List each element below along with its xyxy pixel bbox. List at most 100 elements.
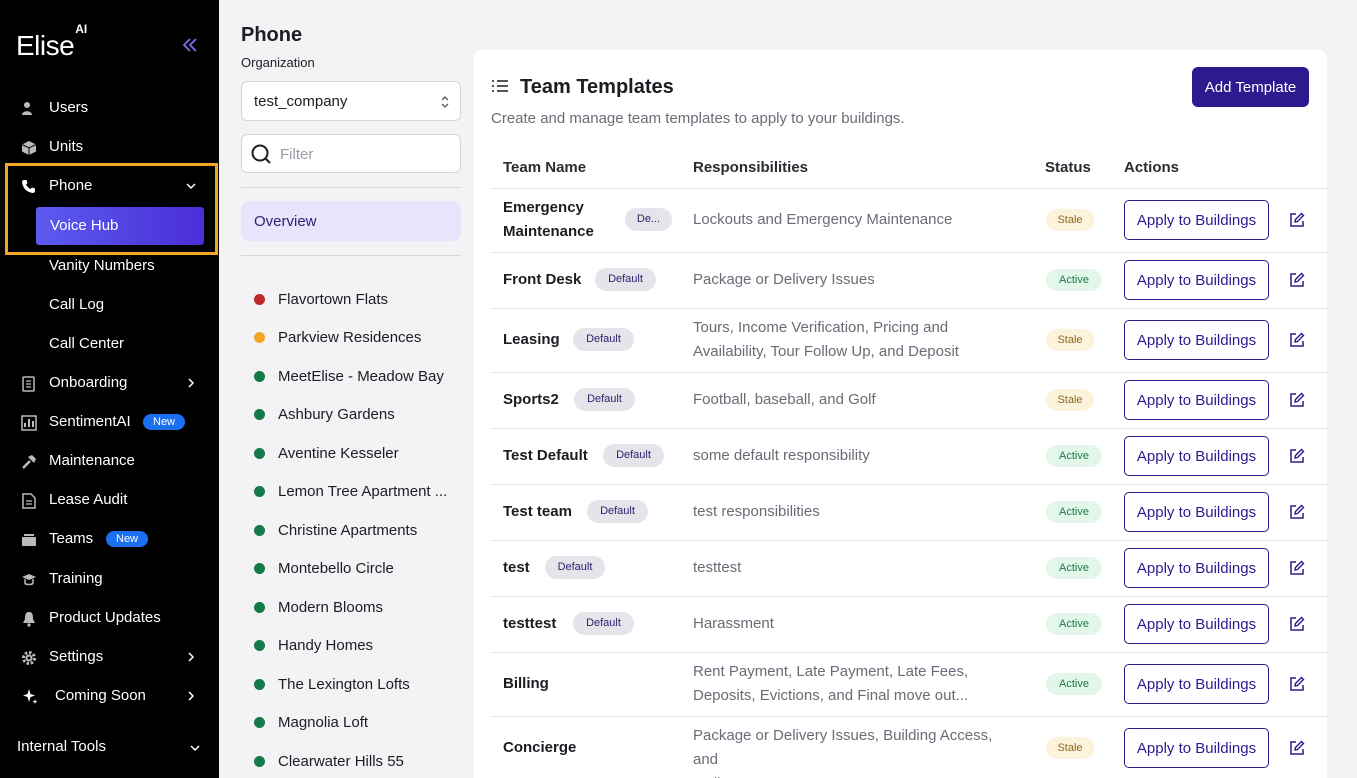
sidebar-item-label: Maintenance — [49, 452, 135, 469]
elise-logo[interactable]: EliseAI — [16, 22, 87, 62]
apply-to-buildings-button[interactable]: Apply to Buildings — [1124, 664, 1269, 704]
default-badge: De... — [625, 208, 672, 231]
apply-to-buildings-button[interactable]: Apply to Buildings — [1124, 548, 1269, 588]
apply-to-buildings-button[interactable]: Apply to Buildings — [1124, 260, 1269, 300]
building-item[interactable]: Modern Blooms — [254, 598, 464, 618]
apply-to-buildings-button[interactable]: Apply to Buildings — [1124, 492, 1269, 532]
edit-icon[interactable] — [1289, 560, 1305, 576]
add-template-button[interactable]: Add Template — [1192, 67, 1309, 107]
edit-icon[interactable] — [1289, 676, 1305, 692]
building-item[interactable]: Aventine Kesseler — [254, 444, 464, 464]
sidebar-item-units[interactable]: Units — [0, 128, 219, 166]
sidebar-item-settings[interactable]: Settings — [0, 638, 219, 676]
sidebar-item-label: SentimentAI — [49, 413, 131, 430]
sidebar-item-maintenance[interactable]: Maintenance — [0, 442, 219, 480]
building-item[interactable]: Montebello Circle — [254, 559, 464, 579]
edit-icon[interactable] — [1289, 272, 1305, 288]
responsibilities: test responsibilities — [693, 500, 1013, 524]
status-badge: Active — [1046, 445, 1102, 467]
status-badge: Active — [1046, 673, 1102, 695]
building-item[interactable]: The Lexington Lofts — [254, 675, 464, 695]
status-badge: Active — [1046, 557, 1102, 579]
responsibilities-line: Deposits, Evictions, and Final move out.… — [693, 687, 969, 704]
edit-icon[interactable] — [1289, 392, 1305, 408]
default-badge: Default — [574, 388, 635, 411]
sidebar-item-coming-soon[interactable]: Coming Soon — [0, 677, 219, 715]
sidebar-item-label: Users — [49, 99, 89, 116]
default-badge: Default — [545, 556, 605, 579]
apply-to-buildings-button[interactable]: Apply to Buildings — [1124, 320, 1269, 360]
building-item[interactable]: Clearwater Hills 55 — [254, 752, 464, 772]
building-item[interactable]: MeetElise - Meadow Bay — [254, 367, 464, 387]
building-item[interactable]: Flavortown Flats — [254, 290, 464, 310]
building-item[interactable]: Magnolia Loft — [254, 713, 464, 733]
building-name: Montebello Circle — [278, 560, 394, 577]
edit-icon[interactable] — [1289, 616, 1305, 632]
row-divider — [491, 188, 1327, 189]
building-item[interactable]: Ashbury Gardens — [254, 405, 464, 425]
sidebar-item-onboarding[interactable]: Onboarding — [0, 364, 219, 402]
sidebar-item-users[interactable]: Users — [0, 89, 219, 127]
sidebar-item-lease-audit[interactable]: Lease Audit — [0, 481, 219, 519]
bell-icon — [20, 610, 37, 627]
apply-to-buildings-button[interactable]: Apply to Buildings — [1124, 436, 1269, 476]
filter-input[interactable] — [280, 143, 450, 165]
training-icon — [20, 571, 37, 588]
apply-to-buildings-button[interactable]: Apply to Buildings — [1124, 604, 1269, 644]
responsibilities-line: Football, baseball, and Golf — [693, 391, 876, 408]
edit-icon[interactable] — [1289, 212, 1305, 228]
sidebar-item-sentimentai[interactable]: SentimentAI New — [0, 403, 219, 441]
sidebar-subitem-voice-hub[interactable]: Voice Hub — [36, 207, 204, 245]
sidebar-item-internal-tools[interactable]: Internal Tools — [17, 738, 106, 755]
filter-field[interactable] — [241, 134, 461, 173]
building-item[interactable]: Handy Homes — [254, 636, 464, 656]
team-name-line: test — [503, 559, 530, 576]
building-item[interactable]: Christine Apartments — [254, 521, 464, 541]
sidebar: EliseAI Users Units Phone Voice Hub Vani… — [0, 0, 219, 778]
chevron-down-icon[interactable] — [189, 742, 201, 754]
organization-select[interactable]: test_company — [241, 81, 461, 121]
edit-icon[interactable] — [1289, 332, 1305, 348]
team-name: Test team — [503, 500, 572, 524]
collapse-sidebar-icon[interactable] — [181, 36, 199, 54]
status-dot — [254, 486, 265, 497]
building-item[interactable]: Lemon Tree Apartment ... — [254, 482, 464, 502]
apply-to-buildings-button[interactable]: Apply to Buildings — [1124, 380, 1269, 420]
apply-to-buildings-button[interactable]: Apply to Buildings — [1124, 200, 1269, 240]
edit-icon[interactable] — [1289, 740, 1305, 756]
status-badge: Active — [1046, 269, 1102, 291]
status-dot — [254, 640, 265, 651]
cube-icon — [20, 139, 37, 156]
building-name: The Lexington Lofts — [278, 676, 410, 693]
status-dot — [254, 409, 265, 420]
overview-item[interactable]: Overview — [241, 201, 461, 241]
search-icon — [251, 144, 271, 164]
building-name: Christine Apartments — [278, 522, 418, 539]
status-dot — [254, 371, 265, 382]
building-name: Flavortown Flats — [278, 291, 389, 308]
status-dot — [254, 717, 265, 728]
edit-icon[interactable] — [1289, 504, 1305, 520]
responsibilities: Package or Delivery Issues, Building Acc… — [693, 724, 1013, 778]
sidebar-item-training[interactable]: Training — [0, 560, 219, 598]
building-item[interactable]: Parkview Residences — [254, 328, 464, 348]
team-name-line: Billing — [503, 675, 549, 692]
sidebar-item-teams[interactable]: Teams New — [0, 520, 219, 558]
sidebar-item-product-updates[interactable]: Product Updates — [0, 599, 219, 637]
chevron-right-icon — [188, 378, 195, 388]
sidebar-item-label: Phone — [49, 177, 93, 194]
row-divider — [491, 308, 1327, 309]
divider — [241, 255, 461, 256]
responsibilities-line: Package or Delivery Issues, Building Acc… — [693, 727, 993, 768]
sidebar-item-phone[interactable]: Phone — [0, 167, 219, 205]
sidebar-subitem-call-center[interactable]: Call Center — [49, 335, 124, 352]
apply-to-buildings-button[interactable]: Apply to Buildings — [1124, 728, 1269, 768]
building-name: Magnolia Loft — [278, 714, 369, 731]
team-name: Sports2 — [503, 388, 559, 412]
sidebar-subitem-vanity-numbers[interactable]: Vanity Numbers — [49, 257, 155, 274]
responsibilities: Tours, Income Verification, Pricing and A… — [693, 316, 1013, 364]
edit-icon[interactable] — [1289, 448, 1305, 464]
row-divider — [491, 540, 1327, 541]
sidebar-subitem-call-log[interactable]: Call Log — [49, 296, 104, 313]
building-name: MeetElise - Meadow Bay — [278, 368, 444, 385]
